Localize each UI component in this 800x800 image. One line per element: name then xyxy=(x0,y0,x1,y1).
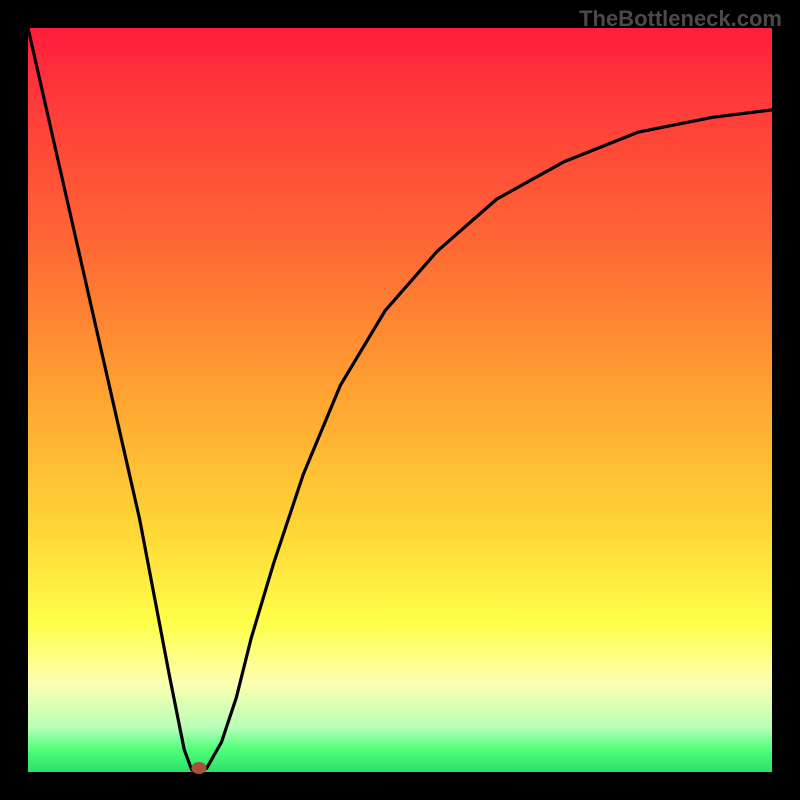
minimum-marker-icon xyxy=(192,762,207,774)
bottleneck-chart: TheBottleneck.com xyxy=(0,0,800,800)
plot-area xyxy=(28,28,772,772)
curve-svg xyxy=(28,28,772,772)
bottleneck-curve-path xyxy=(28,28,772,772)
